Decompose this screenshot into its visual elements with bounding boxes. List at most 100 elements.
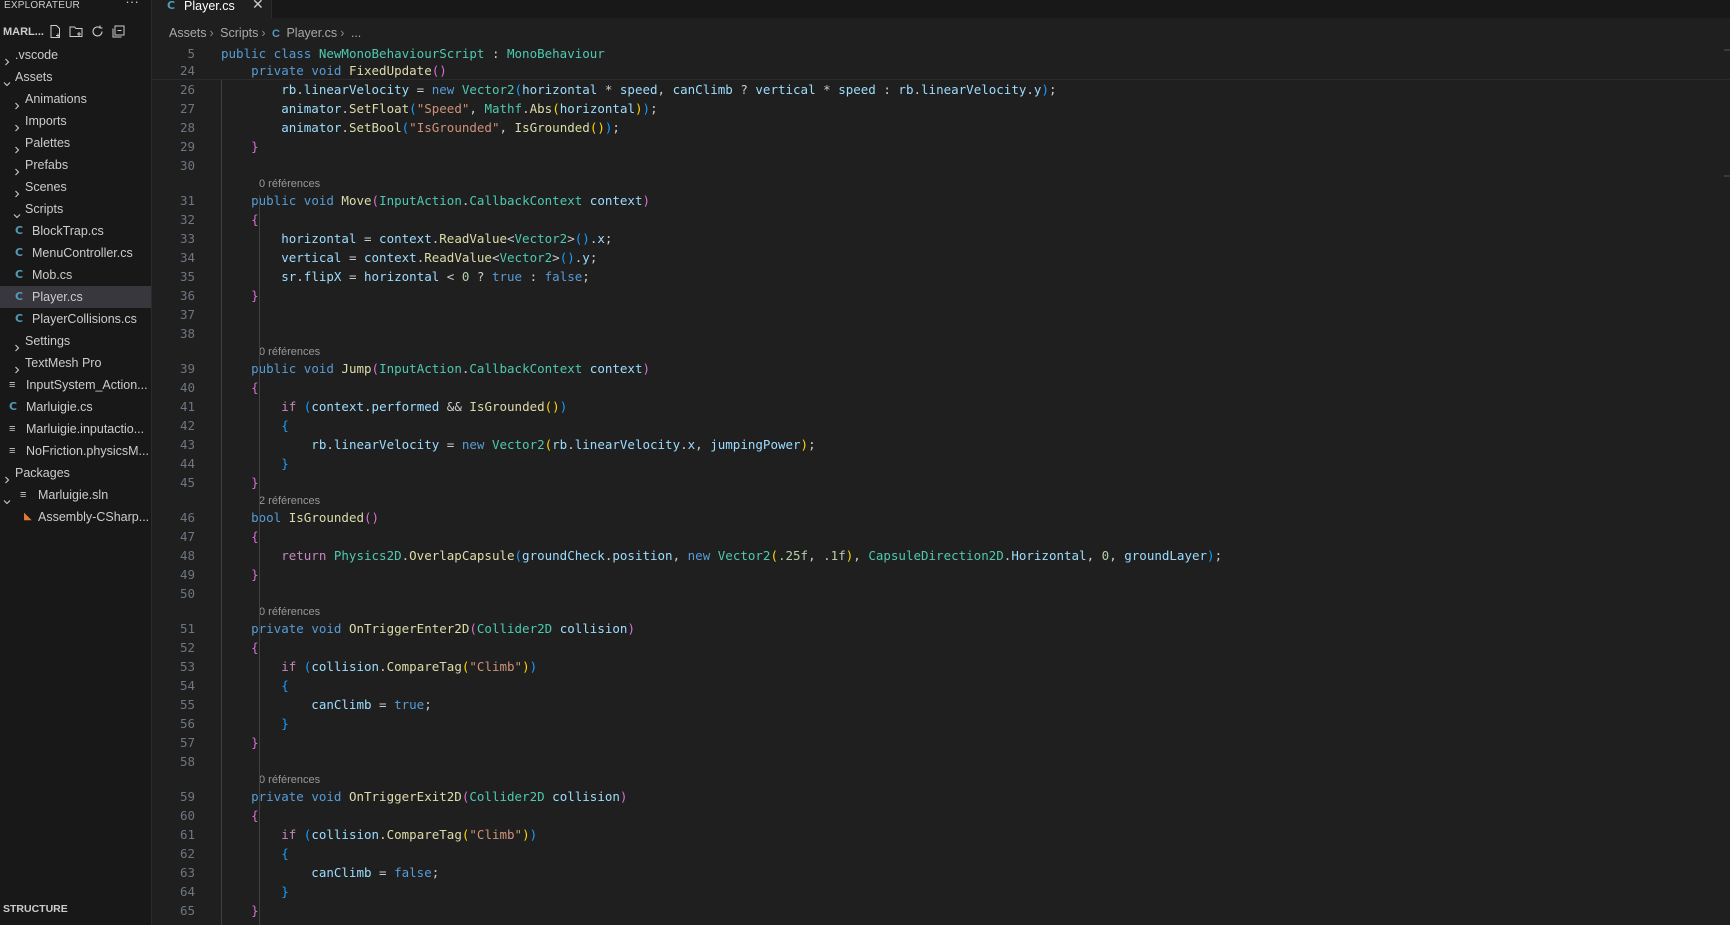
code-line[interactable]: 27 animator.SetFloat("Speed", Mathf.Abs(…: [152, 99, 1730, 118]
tab-player-cs[interactable]: C Player.cs ✕: [152, 0, 272, 18]
tree-item[interactable]: Imports: [0, 110, 151, 132]
tree-item[interactable]: ≡ NoFriction.physicsM...: [0, 440, 151, 462]
code-token: ): [642, 193, 651, 208]
editor-scrollbar[interactable]: [1722, 44, 1730, 925]
code-token: ): [627, 621, 635, 636]
code-line[interactable]: 35 sr.flipX = horizontal < 0 ? true : fa…: [152, 267, 1730, 286]
code-editor[interactable]: 5 public class NewMonoBehaviourScript : M…: [152, 44, 1730, 925]
chevron-right-icon: [13, 161, 21, 176]
tree-item[interactable]: ≡ InputSystem_Action...: [0, 374, 151, 396]
code-line[interactable]: 26 rb.linearVelocity = new Vector2(horiz…: [152, 80, 1730, 99]
code-line[interactable]: 66: [152, 920, 1730, 925]
code-line[interactable]: 39 public void Jump(InputAction.Callback…: [152, 359, 1730, 378]
code-token: }: [221, 567, 259, 582]
code-token: new: [461, 437, 492, 452]
code-line[interactable]: 33 horizontal = context.ReadValue<Vector…: [152, 229, 1730, 248]
code-line[interactable]: 41 if (context.performed && IsGrounded()…: [152, 397, 1730, 416]
code-line[interactable]: 65 }: [152, 901, 1730, 920]
code-line[interactable]: 58: [152, 752, 1730, 771]
code-text: private void OnTriggerExit2D(Collider2D …: [221, 787, 627, 806]
tree-item[interactable]: ≡ Marluigie.inputactio...: [0, 418, 151, 440]
new-folder-icon[interactable]: [69, 24, 84, 39]
generic-file-icon: ≡: [9, 379, 16, 391]
tree-item[interactable]: Settings: [0, 330, 151, 352]
code-line[interactable]: 57 }: [152, 733, 1730, 752]
code-token: (: [552, 101, 560, 116]
line-number: 62: [179, 846, 195, 861]
code-line[interactable]: 60 {: [152, 806, 1730, 825]
new-file-icon[interactable]: [48, 24, 63, 39]
tree-item[interactable]: Prefabs: [0, 154, 151, 176]
more-actions-icon[interactable]: ···: [125, 0, 139, 8]
code-line[interactable]: 51 private void OnTriggerEnter2D(Collide…: [152, 619, 1730, 638]
code-line[interactable]: 29 }: [152, 137, 1730, 156]
code-line[interactable]: 61 if (collision.CompareTag("Climb")): [152, 825, 1730, 844]
code-line[interactable]: 36 }: [152, 286, 1730, 305]
solution-file-icon: ≡: [20, 489, 27, 501]
tree-item[interactable]: TextMesh Pro: [0, 352, 151, 374]
refresh-icon[interactable]: [90, 24, 105, 39]
tree-item[interactable]: C Marluigie.cs: [0, 396, 151, 418]
code-line[interactable]: 47 {: [152, 527, 1730, 546]
code-line[interactable]: 50: [152, 584, 1730, 603]
line-number: 34: [179, 250, 195, 265]
tree-item[interactable]: Assets: [0, 66, 151, 88]
code-line[interactable]: 30: [152, 156, 1730, 175]
tree-item[interactable]: C BlockTrap.cs: [0, 220, 151, 242]
tree-item[interactable]: C Player.cs: [0, 286, 151, 308]
code-line[interactable]: 40 {: [152, 378, 1730, 397]
code-line[interactable]: 45 }: [152, 473, 1730, 492]
tree-item[interactable]: .vscode: [0, 44, 151, 66]
code-line[interactable]: 49 }: [152, 565, 1730, 584]
code-line[interactable]: 53 if (collision.CompareTag("Climb")): [152, 657, 1730, 676]
code-line[interactable]: 31 public void Move(InputAction.Callback…: [152, 191, 1730, 210]
code-line[interactable]: 24 private void FixedUpdate(): [152, 61, 1730, 80]
code-line[interactable]: 55 canClimb = true;: [152, 695, 1730, 714]
code-line[interactable]: 38: [152, 324, 1730, 343]
code-token: true: [394, 697, 425, 712]
tree-item[interactable]: C Mob.cs: [0, 264, 151, 286]
code-line[interactable]: 46 bool IsGrounded(): [152, 508, 1730, 527]
breadcrumb-more[interactable]: ...: [351, 26, 361, 40]
tree-item[interactable]: ≡ Marluigie.sln: [0, 484, 151, 506]
code-line[interactable]: 44 }: [152, 454, 1730, 473]
line-number: 33: [179, 231, 195, 246]
code-line[interactable]: 34 vertical = context.ReadValue<Vector2>…: [152, 248, 1730, 267]
close-tab-icon[interactable]: ✕: [252, 0, 264, 11]
code-line[interactable]: 56 }: [152, 714, 1730, 733]
project-section-header[interactable]: MARL...: [0, 21, 151, 43]
breadcrumb-assets[interactable]: Assets: [169, 26, 207, 40]
tree-item[interactable]: Scripts: [0, 198, 151, 220]
code-line[interactable]: 54 {: [152, 676, 1730, 695]
tree-item[interactable]: Animations: [0, 88, 151, 110]
chevron-down-icon: [13, 205, 21, 219]
code-line[interactable]: 48 return Physics2D.OverlapCapsule(groun…: [152, 546, 1730, 565]
code-line[interactable]: 62 {: [152, 844, 1730, 863]
code-line[interactable]: 28 animator.SetBool("IsGrounded", IsGrou…: [152, 118, 1730, 137]
code-line[interactable]: 63 canClimb = false;: [152, 863, 1730, 882]
code-token: =: [409, 82, 432, 97]
code-line[interactable]: 42 {: [152, 416, 1730, 435]
code-line[interactable]: 64 }: [152, 882, 1730, 901]
code-token: ;: [589, 250, 598, 265]
structure-section-header[interactable]: STRUCTURE: [0, 898, 151, 920]
tree-item[interactable]: C MenuController.cs: [0, 242, 151, 264]
tree-item[interactable]: ◣ Assembly-CSharp...: [0, 506, 151, 528]
code-token: ;: [1048, 82, 1057, 97]
code-line[interactable]: 59 private void OnTriggerExit2D(Collider…: [152, 787, 1730, 806]
breadcrumb-file[interactable]: Player.cs: [286, 26, 337, 40]
breadcrumb-scripts[interactable]: Scripts: [220, 26, 258, 40]
tree-item[interactable]: Packages: [0, 462, 151, 484]
code-token: ,: [1086, 548, 1102, 563]
code-token: }: [221, 456, 289, 471]
code-line[interactable]: 43 rb.linearVelocity = new Vector2(rb.li…: [152, 435, 1730, 454]
code-line[interactable]: 32 {: [152, 210, 1730, 229]
code-text: animator.SetBool("IsGrounded", IsGrounde…: [221, 118, 620, 137]
tree-item[interactable]: C PlayerCollisions.cs: [0, 308, 151, 330]
code-token: >: [567, 231, 575, 246]
code-line[interactable]: 52 {: [152, 638, 1730, 657]
tree-item[interactable]: Scenes: [0, 176, 151, 198]
code-line[interactable]: 37: [152, 305, 1730, 324]
collapse-all-icon[interactable]: [111, 24, 126, 39]
tree-item[interactable]: Palettes: [0, 132, 151, 154]
